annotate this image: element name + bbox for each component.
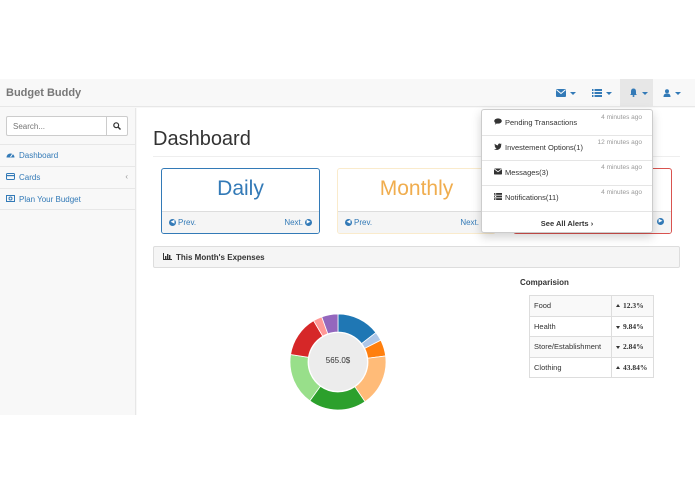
sidebar-item-dashboard[interactable]: Dashboard xyxy=(0,144,136,166)
search-input[interactable] xyxy=(6,116,107,136)
chevron-left-icon: ‹ xyxy=(125,172,128,181)
expenses-panel-heading: This Month's Expenses xyxy=(153,246,680,268)
alert-label: Notifications(11) xyxy=(505,193,559,202)
twitter-icon xyxy=(494,143,502,152)
chevron-down-icon xyxy=(606,91,612,95)
search-button[interactable] xyxy=(107,116,128,136)
sidebar-item-label: Plan Your Budget xyxy=(19,194,81,204)
money-icon xyxy=(6,194,15,204)
sidebar-item-label: Cards xyxy=(19,173,41,182)
monthly-panel: Monthly ◀ Prev. Next. ▶ xyxy=(337,168,496,234)
alert-time: 4 minutes ago xyxy=(601,189,642,196)
divider xyxy=(482,211,652,212)
change-value: 43.84% xyxy=(623,362,648,372)
sidebar-item-cards[interactable]: Cards ‹ xyxy=(0,166,136,188)
change-cell: 43.84% xyxy=(611,356,654,378)
brand-logo[interactable]: Budget Buddy xyxy=(6,87,81,99)
comparison-title: Comparision xyxy=(520,278,569,287)
change-cell: 2.84% xyxy=(611,336,654,358)
table-row: Clothing 43.84% xyxy=(529,356,654,378)
bar-chart-icon xyxy=(163,252,172,262)
credit-card-icon xyxy=(6,173,15,182)
panel-title: Monthly xyxy=(379,177,454,200)
panel-footer: ◀ Prev. Next. ▶ xyxy=(162,211,319,233)
arrow-right-icon: ▶ xyxy=(305,219,312,226)
alerts-dropdown-menu: Pending Transactions 4 minutes ago Inves… xyxy=(481,109,653,233)
next-link[interactable]: ▶ xyxy=(657,218,664,225)
change-value: 12.3% xyxy=(623,301,644,311)
alert-item-messages[interactable]: Messages(3) 4 minutes ago xyxy=(482,160,652,185)
chevron-down-icon xyxy=(642,91,648,95)
alert-item-investment-options[interactable]: Investement Options(1) 12 minutes ago xyxy=(482,135,652,160)
alert-time: 12 minutes ago xyxy=(597,139,642,146)
prev-label: Prev. xyxy=(354,218,373,227)
next-link[interactable]: Next. ▶ xyxy=(284,218,312,227)
bell-icon xyxy=(629,84,638,102)
caret-up-icon xyxy=(616,304,620,308)
category-cell: Clothing xyxy=(529,356,612,378)
sidebar: Dashboard Cards ‹ Plan Your Budget xyxy=(0,108,136,415)
envelope-icon xyxy=(556,84,566,102)
chevron-right-icon: › xyxy=(590,219,594,228)
dashboard-icon xyxy=(6,151,15,160)
sidebar-item-label: Dashboard xyxy=(19,151,59,160)
change-cell: 12.3% xyxy=(611,295,654,317)
alert-label: Messages(3) xyxy=(505,168,549,177)
alert-time: 4 minutes ago xyxy=(601,114,642,121)
app-window: Budget Buddy Search... Dashboard Cards ‹… xyxy=(0,79,695,415)
panel-footer: ◀ Prev. Next. ▶ xyxy=(338,211,495,233)
arrow-left-icon: ◀ xyxy=(345,219,352,226)
donut-total-label: 565.0$ xyxy=(325,356,351,365)
tasks-icon xyxy=(494,193,502,202)
search-icon xyxy=(113,117,121,135)
alert-item-notifications[interactable]: Notifications(11) 4 minutes ago xyxy=(482,185,652,210)
see-all-alerts-link[interactable]: See All Alerts › xyxy=(482,219,652,228)
change-cell: 9.84% xyxy=(611,315,654,337)
category-cell: Store/Establishment xyxy=(529,336,612,358)
expenses-title: This Month's Expenses xyxy=(176,252,265,262)
category-cell: Health xyxy=(529,315,612,337)
see-all-label: See All Alerts xyxy=(540,219,589,228)
caret-up-icon xyxy=(616,365,620,369)
panel-title: Daily xyxy=(217,177,264,200)
sidebar-item-plan-budget[interactable]: Plan Your Budget xyxy=(0,188,136,210)
alert-item-pending-transactions[interactable]: Pending Transactions 4 minutes ago xyxy=(482,110,652,135)
change-value: 2.84% xyxy=(623,342,644,352)
alert-label: Investement Options(1) xyxy=(505,143,583,152)
table-row: Food 12.3% xyxy=(529,295,654,317)
messages-dropdown-toggle[interactable] xyxy=(556,79,578,107)
arrow-right-icon: ▶ xyxy=(657,218,664,225)
next-label: Next. xyxy=(460,218,479,227)
envelope-icon xyxy=(494,168,502,177)
search-group xyxy=(6,116,128,136)
arrow-left-icon: ◀ xyxy=(169,219,176,226)
caret-down-icon xyxy=(616,346,620,350)
prev-link[interactable]: ◀ Prev. xyxy=(169,218,196,227)
table-row: Store/Establishment 2.84% xyxy=(529,336,654,358)
next-label: Next. xyxy=(284,218,303,227)
chevron-down-icon xyxy=(570,91,576,95)
top-navbar: Budget Buddy xyxy=(0,79,695,107)
tasks-dropdown-toggle[interactable] xyxy=(592,79,614,107)
alert-label: Pending Transactions xyxy=(505,118,578,127)
prev-label: Prev. xyxy=(178,218,197,227)
comment-icon xyxy=(494,118,502,127)
category-cell: Food xyxy=(529,295,612,317)
alerts-dropdown-toggle[interactable] xyxy=(620,79,653,107)
prev-link[interactable]: ◀ Prev. xyxy=(345,218,372,227)
expenses-donut-chart: 565.0$ xyxy=(289,313,387,411)
user-dropdown-toggle[interactable] xyxy=(663,79,685,107)
user-icon xyxy=(663,84,671,102)
change-value: 9.84% xyxy=(623,321,644,331)
tasks-icon xyxy=(592,84,602,102)
comparison-table: Food 12.3% Health 9.84% Store/Establishm… xyxy=(529,295,654,378)
table-row: Health 9.84% xyxy=(529,315,654,337)
chevron-down-icon xyxy=(675,91,681,95)
daily-panel: Daily ◀ Prev. Next. ▶ xyxy=(161,168,320,234)
caret-down-icon xyxy=(616,325,620,329)
alert-time: 4 minutes ago xyxy=(601,164,642,171)
page-title: Dashboard xyxy=(153,128,251,150)
